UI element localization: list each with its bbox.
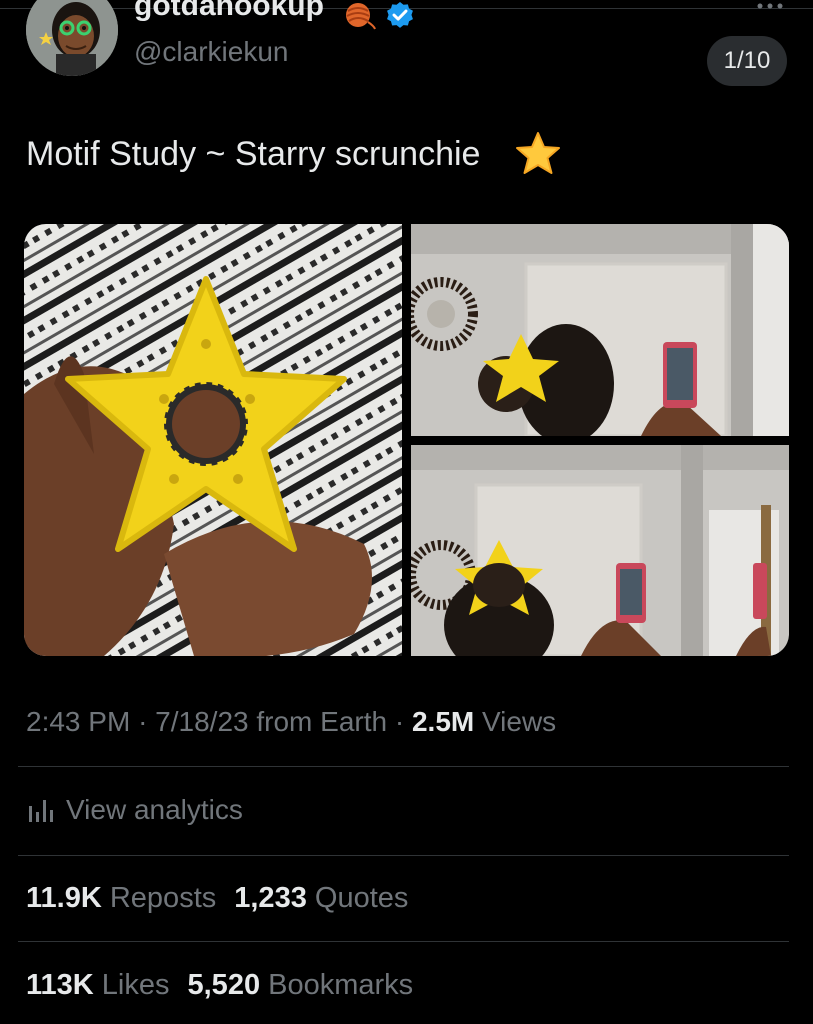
views-count: 2.5M [411, 706, 475, 737]
quotes-stat[interactable]: 1,233 Quotes [234, 882, 408, 914]
display-name[interactable]: gotdanookup [134, 0, 324, 26]
divider [18, 941, 789, 942]
likes-stat[interactable]: 113K Likes [26, 969, 170, 1001]
reposts-stat[interactable]: 11.9K Reposts [26, 882, 216, 914]
reposts-label: Reposts [109, 882, 217, 914]
divider [18, 855, 789, 856]
photo-mirror-selfie-back[interactable] [411, 224, 789, 436]
analytics-label: View analytics [66, 794, 243, 825]
meta-separator: · [394, 706, 405, 737]
media-grid[interactable] [24, 224, 789, 656]
handle[interactable]: @clarkiekun [134, 34, 288, 70]
views-label: Views [482, 706, 557, 737]
tweet-meta: 2:43 PM · 7/18/23 from Earth · 2.5M View… [26, 704, 556, 740]
tweet-source: from Earth [256, 706, 388, 737]
verified-badge-icon [387, 2, 413, 28]
photo-star-scrunchie-in-hands[interactable] [24, 224, 402, 656]
likes-count: 113K [26, 969, 94, 1001]
analytics-icon [29, 800, 53, 822]
star-emoji-icon [516, 132, 560, 174]
view-analytics-button[interactable]: View analytics [26, 790, 243, 830]
likes-label: Likes [101, 969, 170, 1001]
media-counter: 1/10 [707, 36, 787, 86]
bookmarks-stat[interactable]: 5,520 Bookmarks [188, 969, 414, 1001]
avatar[interactable] [26, 0, 118, 76]
quotes-label: Quotes [314, 882, 409, 914]
divider [18, 766, 789, 767]
avatar-icon [26, 0, 118, 76]
tweet-text: Motif Study ~ Starry scrunchie [26, 135, 481, 173]
more-options-icon[interactable] [754, 2, 790, 22]
yarn-ball-icon [346, 3, 376, 30]
stats-row-likes-bookmarks: 113K Likes 5,520 Bookmarks [26, 967, 413, 1003]
bookmarks-label: Bookmarks [268, 969, 414, 1001]
reposts-count: 11.9K [26, 882, 102, 914]
photo-mirror-selfie-top[interactable] [411, 445, 789, 656]
bookmarks-count: 5,520 [187, 969, 261, 1001]
stats-row-reposts-quotes: 11.9K Reposts 1,233 Quotes [26, 880, 408, 916]
tweet-time[interactable]: 2:43 PM [26, 706, 130, 737]
meta-separator: · [138, 706, 148, 737]
tweet-date[interactable]: 7/18/23 [155, 706, 248, 737]
quotes-count: 1,233 [234, 882, 307, 914]
